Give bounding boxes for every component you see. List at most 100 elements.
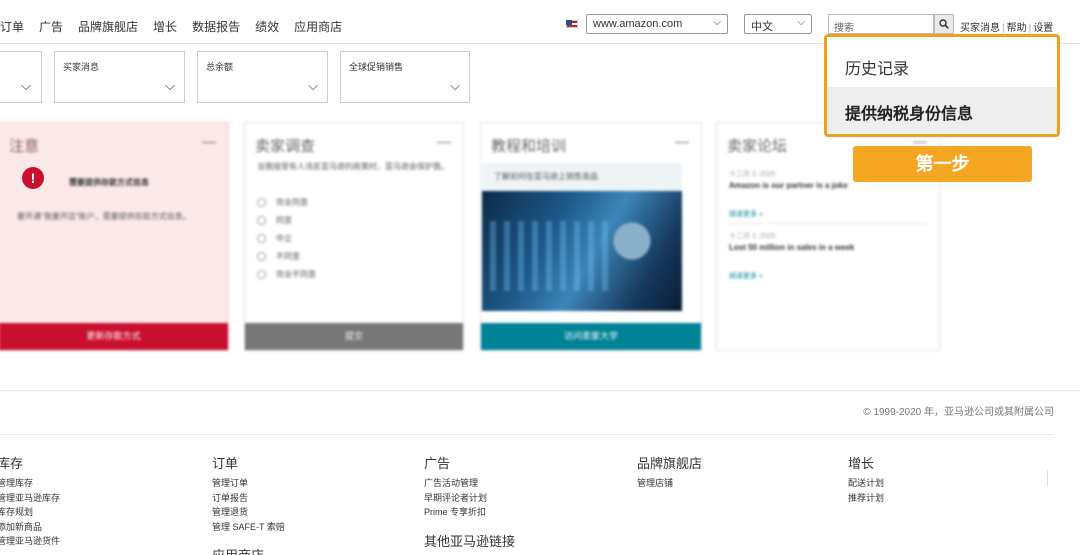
radio-icon [257,216,266,225]
card-title: 注意 [9,138,40,155]
training-subtitle-band: 了解如何在亚马逊上销售商品 [482,163,682,191]
footer-link[interactable]: 添加新商品 [0,520,60,535]
divider [1047,470,1048,486]
footer-link[interactable]: 管理订单 [212,476,285,491]
nav-link-ads[interactable]: 广告 [39,18,63,35]
chevron-down-icon: ⌵ [308,78,318,93]
chevron-down-icon: ⌵ [450,78,460,93]
footer-link[interactable]: 库存规划 [0,505,60,520]
footer-link[interactable]: 管理退货 [212,505,285,520]
filter-dropdown-global-sales[interactable]: 全球促销销售 ⌵ [340,51,470,103]
footer-link[interactable]: 早期评论者计划 [424,491,487,506]
collapse-icon[interactable]: — [437,133,451,149]
nav-link-orders[interactable]: 订单 [0,18,24,35]
nav-link-growth[interactable]: 增长 [153,18,177,35]
header-links: 买家消息 | 帮助 | 设置 [960,23,1054,34]
collapse-icon[interactable]: — [202,133,216,149]
footer-column-brand-store: 品牌旗舰店 管理店铺 [637,453,702,491]
seller-university-button[interactable]: 访问卖家大学 [481,323,701,350]
footer-link[interactable]: Prime 专享折扣 [424,505,487,520]
footer-heading-app-store: 应用商店 [212,545,264,555]
nav-link-performance[interactable]: 绩效 [255,18,279,35]
footer-heading: 增长 [848,456,875,471]
footer-link[interactable]: 推荐计划 [848,491,884,506]
divider [0,390,1080,391]
chevron-down-icon: ⌵ [21,78,31,93]
alert-card: 注意 — 需要提供存款方式信息 要开通"我要开店"账户，需要提供存款方式信息。 … [0,122,229,351]
footer-column-ads: 广告 广告活动管理 早期评论者计划 Prime 专享折扣 [424,453,487,520]
submit-button[interactable]: 提交 [245,323,463,350]
divider [0,434,1054,435]
footer-link[interactable]: 广告活动管理 [424,476,487,491]
menu-item-history[interactable]: 历史记录 [827,37,1057,87]
filter-dropdown-total-balance[interactable]: 总余额 ⌵ [197,51,328,103]
forum-post-title[interactable]: Lost 50 million in sales in a week [729,243,854,252]
survey-option[interactable]: 完全同意 [257,197,308,208]
footer-heading: 品牌旗舰店 [637,456,703,471]
forum-post-title[interactable]: Amazon is our partner is a joke [729,181,848,190]
footer-column-growth: 增长 配送计划 推荐计划 [848,453,884,505]
survey-card: 卖家调查 — 当我接受有人违反亚马逊的政策时，亚马逊会保护我。 完全同意 同意 … [244,122,464,351]
nav-link-app-store[interactable]: 应用商店 [294,18,342,35]
us-flag-icon [566,20,578,28]
marketplace-select[interactable]: www.amazon.com ⌵ [586,14,728,34]
training-card: 教程和培训 — 了解如何在亚马逊上销售商品 访问卖家大学 [480,122,702,351]
footer-heading-other-links: 其他亚马逊链接 [424,534,516,549]
footer-link[interactable]: 订单报告 [212,491,285,506]
settings-dropdown-menu: 历史记录 提供纳税身份信息 [824,34,1060,137]
read-more-link[interactable]: 阅读更多 » [729,209,763,219]
collapse-icon[interactable]: — [675,133,689,149]
filter-label: 全球促销销售 [349,62,404,72]
radio-icon [257,198,266,207]
language-value: 中文 [751,21,773,33]
forum-post-date: 十二月 2, 2020 [729,233,776,240]
footer-heading: 广告 [424,456,451,471]
card-title: 教程和培训 [491,138,567,155]
survey-option[interactable]: 不同意 [257,251,300,262]
alert-headline: 需要提供存款方式信息 [69,178,149,187]
main-nav: 订单 广告 品牌旗舰店 增长 数据报告 绩效 应用商店 [0,18,342,35]
step-one-badge: 第一步 [853,146,1032,182]
footer-link[interactable]: 配送计划 [848,476,884,491]
filter-label: 买家消息 [63,62,100,72]
filter-label: 总余额 [206,62,234,72]
survey-question: 当我接受有人违反亚马逊的政策时，亚马逊会保护我。 [257,162,449,171]
nav-link-brand-store[interactable]: 品牌旗舰店 [78,18,138,35]
help-link[interactable]: 帮助 [1007,23,1027,34]
footer-heading: 库存 [0,456,24,471]
footer-link[interactable]: 管理 SAFE-T 索赔 [212,520,285,535]
footer-column-orders: 订单 管理订单 订单报告 管理退货 管理 SAFE-T 索赔 [212,453,285,534]
footer-link[interactable]: 管理库存 [0,476,60,491]
filter-dropdown-0[interactable]: ⌵ [0,51,42,103]
survey-option[interactable]: 同意 [257,215,292,226]
card-title: 卖家论坛 [727,138,788,155]
footer-link[interactable]: 管理亚马逊库存 [0,491,60,506]
chevron-down-icon: ⌵ [713,17,721,28]
alert-body: 要开通"我要开店"账户，需要提供存款方式信息。 [17,212,191,221]
search-input[interactable]: 搜索 [828,14,934,34]
training-image[interactable] [482,191,682,311]
training-subtitle: 了解如何在亚马逊上销售商品 [494,172,598,181]
buyer-messages-link[interactable]: 买家消息 [960,23,1000,34]
footer-column-inventory: 库存 管理库存 管理亚马逊库存 库存规划 添加新商品 管理亚马逊货件 [0,453,60,549]
card-title: 卖家调查 [255,138,316,155]
search-icon [939,19,949,29]
chevron-down-icon: ⌵ [165,78,175,93]
read-more-link[interactable]: 阅读更多 » [729,271,763,281]
nav-link-reports[interactable]: 数据报告 [192,18,240,35]
survey-option[interactable]: 中立 [257,233,292,244]
language-select[interactable]: 中文 ⌵ [744,14,812,34]
filter-dropdown-buyer-messages[interactable]: 买家消息 ⌵ [54,51,185,103]
copyright-text: © 1999-2020 年，亚马逊公司或其附属公司 [863,407,1054,418]
update-payment-button[interactable]: 更新存款方式 [0,323,228,350]
radio-icon [257,234,266,243]
marketplace-value: www.amazon.com [593,18,683,30]
menu-item-tax-info[interactable]: 提供纳税身份信息 [827,87,1057,134]
survey-option[interactable]: 完全不同意 [257,269,316,280]
settings-link[interactable]: 设置 [1033,23,1053,34]
forum-post-date: 十二月 2, 2020 [729,171,776,178]
footer-link[interactable]: 管理亚马逊货件 [0,534,60,549]
chevron-down-icon: ⌵ [797,17,805,28]
footer-link[interactable]: 管理店铺 [637,476,702,491]
search-button[interactable] [934,14,954,34]
